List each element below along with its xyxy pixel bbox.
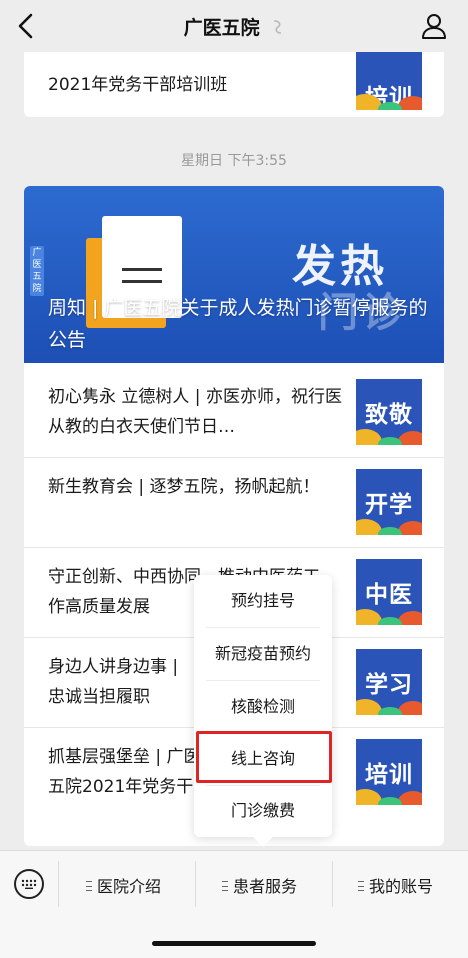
article-title: 身边人讲身边事 | 忠诚当担履职 xyxy=(48,657,179,707)
article-title: 抓基层强堡垒 | 广医五院2021年党务干部培训班 xyxy=(48,747,201,797)
nav-bar: 广医五院 xyxy=(0,0,468,52)
list-item[interactable]: 新生教育会 | 逐梦五院，扬帆起航！ 开学 xyxy=(24,458,444,548)
tab-label: 医院介绍 xyxy=(97,877,162,896)
menu-item-nucleic-test[interactable]: 核酸检测 xyxy=(194,681,332,733)
article-thumbnail: 培训 xyxy=(356,52,422,110)
menu-item-appointment[interactable]: 预约挂号 xyxy=(194,575,332,627)
menu-item-vaccine[interactable]: 新冠疫苗预约 xyxy=(194,628,332,680)
article-title: 初心隽永 立德树人 | 亦医亦师，祝行医从教的白衣天使们节日… xyxy=(48,387,342,437)
tab-label: 我的账号 xyxy=(369,877,434,896)
thumbnail-label: 培训 xyxy=(365,762,413,788)
article-title: 新生教育会 | 逐梦五院，扬帆起航！ xyxy=(48,477,320,497)
page-title: 广医五院 xyxy=(0,13,468,40)
article-thumbnail: 中医 xyxy=(356,559,422,625)
tab-hospital-intro[interactable]: 医院介绍 xyxy=(86,873,161,897)
thumbnail-label: 开学 xyxy=(365,492,413,518)
page-title-text: 广医五院 xyxy=(183,17,260,39)
banner-article[interactable]: 广医五院 发热 门诊 周知 | 广医五院关于成人发热门诊暂停服务的公告 xyxy=(24,186,444,363)
verified-mark-icon xyxy=(274,20,282,34)
tab-label: 患者服务 xyxy=(233,877,298,896)
tab-my-account[interactable]: 我的账号 xyxy=(358,873,433,897)
list-item[interactable]: 初心隽永 立德树人 | 亦医亦师，祝行医从教的白衣天使们节日… 致敬 xyxy=(24,368,444,458)
profile-icon[interactable] xyxy=(420,12,448,40)
menu-lines-icon xyxy=(358,881,364,891)
banner-title: 周知 | 广医五院关于成人发热门诊暂停服务的公告 xyxy=(48,297,428,351)
hospital-tag: 广医五院 xyxy=(30,246,44,296)
article-thumbnail: 开学 xyxy=(356,469,422,535)
list-item[interactable]: 2021年党务干部培训班 培训 xyxy=(24,52,444,117)
article-title: 2021年党务干部培训班 xyxy=(48,75,228,95)
article-card-previous[interactable]: 2021年党务干部培训班 培训 xyxy=(24,52,444,117)
thumbnail-label: 致敬 xyxy=(365,402,413,428)
bottom-menu-bar: 医院介绍 患者服务 我的账号 xyxy=(0,850,468,958)
keyboard-icon[interactable] xyxy=(14,869,44,899)
message-timestamp: 星期日 下午3:55 xyxy=(181,153,287,169)
home-indicator[interactable] xyxy=(152,941,316,946)
tab-patient-services[interactable]: 患者服务 xyxy=(222,873,297,897)
article-thumbnail: 学习 xyxy=(356,649,422,715)
highlight-box xyxy=(196,731,332,783)
menu-lines-icon xyxy=(222,881,228,891)
thumbnail-label: 学习 xyxy=(365,672,413,698)
thumbnail-label: 中医 xyxy=(365,582,413,608)
patient-services-menu: 预约挂号 新冠疫苗预约 核酸检测 线上咨询 门诊缴费 xyxy=(194,575,332,847)
menu-lines-icon xyxy=(86,881,92,891)
article-thumbnail: 致敬 xyxy=(356,379,422,445)
article-thumbnail: 培训 xyxy=(356,739,422,805)
